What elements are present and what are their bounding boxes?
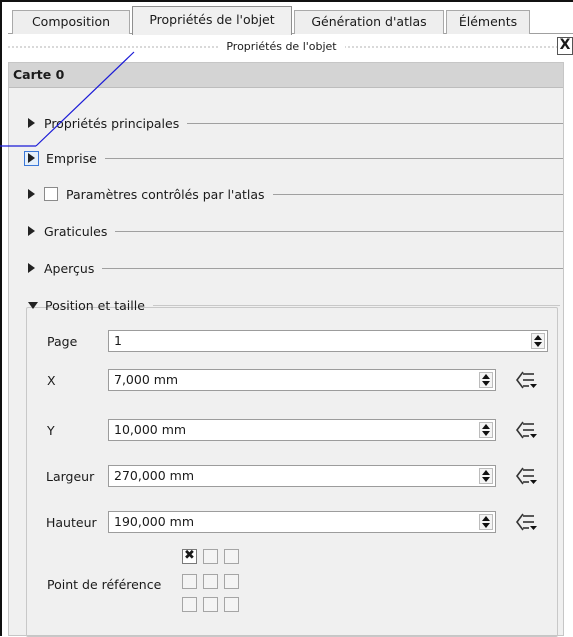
section-position-size[interactable]: Position et taille bbox=[28, 296, 560, 314]
x-value: 7,000 mm bbox=[114, 372, 179, 387]
page-label: Page bbox=[47, 334, 78, 349]
section-divider bbox=[102, 268, 563, 269]
dock-title: Propriétés de l'objet bbox=[218, 40, 345, 53]
atlas-controlled-checkbox[interactable] bbox=[44, 187, 58, 201]
spin-arrows-icon[interactable] bbox=[531, 333, 545, 349]
section-main-properties[interactable]: Propriétés principales bbox=[28, 114, 563, 132]
ref-cell-bottom-right[interactable] bbox=[224, 597, 239, 612]
tab-atlas-generation[interactable]: Génération d'atlas bbox=[294, 10, 444, 34]
section-divider bbox=[115, 231, 563, 232]
data-defined-override-icon[interactable] bbox=[514, 466, 538, 486]
tab-item-properties[interactable]: Propriétés de l'objet bbox=[132, 6, 292, 35]
section-extent[interactable]: Emprise bbox=[24, 149, 563, 167]
ref-cell-bottom-center[interactable] bbox=[203, 597, 218, 612]
section-divider bbox=[187, 123, 563, 124]
ref-cell-middle-right[interactable] bbox=[224, 574, 239, 589]
triangle-right-icon bbox=[28, 189, 35, 199]
section-label: Paramètres contrôlés par l'atlas bbox=[66, 186, 265, 202]
close-icon[interactable]: X bbox=[557, 37, 573, 55]
spin-arrows-icon[interactable] bbox=[479, 372, 493, 388]
ref-cell-top-right[interactable] bbox=[224, 549, 239, 564]
data-defined-override-icon[interactable] bbox=[514, 370, 538, 390]
section-label: Propriétés principales bbox=[44, 115, 180, 131]
y-label: Y bbox=[47, 423, 55, 438]
height-label: Hauteur bbox=[46, 515, 97, 530]
dock-title-wrap: Propriétés de l'objet bbox=[8, 39, 555, 53]
dock-title-bar[interactable]: Propriétés de l'objet X bbox=[8, 37, 573, 57]
width-spinbox[interactable]: 270,000 mm bbox=[108, 465, 496, 487]
section-overviews[interactable]: Aperçus bbox=[28, 259, 563, 277]
section-graticules[interactable]: Graticules bbox=[28, 222, 563, 240]
page-value: 1 bbox=[114, 333, 122, 348]
triangle-right-icon bbox=[28, 153, 35, 163]
reference-point-grid: ✖ bbox=[178, 545, 254, 621]
section-label: Graticules bbox=[44, 223, 108, 239]
ref-cell-bottom-left[interactable] bbox=[182, 597, 197, 612]
spin-arrows-icon[interactable] bbox=[479, 422, 493, 438]
y-value: 10,000 mm bbox=[114, 422, 187, 437]
spin-arrows-icon[interactable] bbox=[479, 468, 493, 484]
ref-cell-middle-left[interactable] bbox=[182, 574, 197, 589]
x-spinbox[interactable]: 7,000 mm bbox=[108, 369, 496, 391]
triangle-down-icon bbox=[28, 301, 38, 309]
height-spinbox[interactable]: 190,000 mm bbox=[108, 511, 496, 533]
reference-point-label: Point de référence bbox=[47, 577, 162, 592]
height-value: 190,000 mm bbox=[114, 514, 195, 529]
triangle-right-icon bbox=[28, 118, 35, 128]
width-label: Largeur bbox=[46, 469, 95, 484]
section-label: Position et taille bbox=[45, 297, 145, 313]
panel-header: Carte 0 bbox=[9, 63, 563, 88]
section-divider bbox=[152, 305, 560, 306]
page-spinbox[interactable]: 1 bbox=[108, 330, 548, 352]
spin-arrows-icon[interactable] bbox=[479, 514, 493, 530]
width-value: 270,000 mm bbox=[114, 468, 195, 483]
ref-cell-top-left[interactable]: ✖ bbox=[182, 549, 197, 564]
expand-toggle-highlighted[interactable] bbox=[24, 150, 39, 166]
tab-bar: Composition Propriétés de l'objet Généra… bbox=[8, 6, 573, 35]
triangle-right-icon bbox=[28, 226, 35, 236]
data-defined-override-icon[interactable] bbox=[514, 512, 538, 532]
y-spinbox[interactable]: 10,000 mm bbox=[108, 419, 496, 441]
tab-composition[interactable]: Composition bbox=[12, 10, 130, 34]
section-divider bbox=[104, 158, 563, 159]
ref-cell-middle-center[interactable] bbox=[203, 574, 218, 589]
section-label: Emprise bbox=[46, 150, 97, 166]
section-atlas-controlled[interactable]: Paramètres contrôlés par l'atlas bbox=[28, 185, 563, 203]
section-divider bbox=[272, 194, 563, 195]
section-label: Aperçus bbox=[44, 260, 95, 276]
x-label: X bbox=[47, 373, 56, 388]
data-defined-override-icon[interactable] bbox=[514, 420, 538, 440]
tab-items[interactable]: Éléments bbox=[446, 10, 530, 34]
ref-cell-top-center[interactable] bbox=[203, 549, 218, 564]
triangle-right-icon bbox=[28, 263, 35, 273]
